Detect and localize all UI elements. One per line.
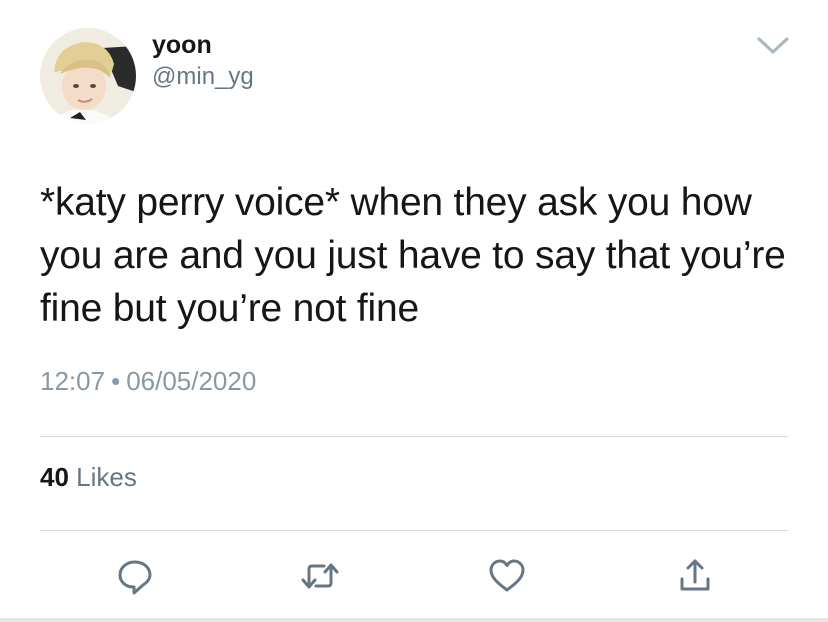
divider: [40, 436, 788, 437]
meta-separator: •: [111, 366, 121, 396]
display-name[interactable]: yoon: [152, 30, 212, 60]
heart-icon[interactable]: [487, 556, 527, 596]
likes-label: Likes: [76, 462, 137, 492]
likes-stat[interactable]: 40 Likes: [40, 460, 137, 494]
tweet-card: yoon @min_yg *katy perry voice* when the…: [0, 0, 828, 622]
tweet-text: *katy perry voice* when they ask you how…: [40, 181, 786, 330]
share-icon[interactable]: [675, 556, 715, 596]
bottom-edge: [0, 618, 828, 622]
avatar[interactable]: [40, 28, 136, 124]
tweet-date: 06/05/2020: [126, 366, 257, 396]
retweet-icon[interactable]: [300, 556, 340, 596]
likes-count: 40: [40, 462, 69, 492]
action-bar: [0, 556, 828, 596]
tweet-time: 12:07: [40, 366, 106, 396]
divider: [40, 530, 788, 531]
reply-icon[interactable]: [115, 556, 155, 596]
avatar-image: [40, 28, 136, 124]
user-handle[interactable]: @min_yg: [152, 62, 254, 92]
chevron-down-icon[interactable]: [755, 34, 791, 58]
tweet-timestamp[interactable]: 12:07 • 06/05/2020: [40, 364, 256, 398]
